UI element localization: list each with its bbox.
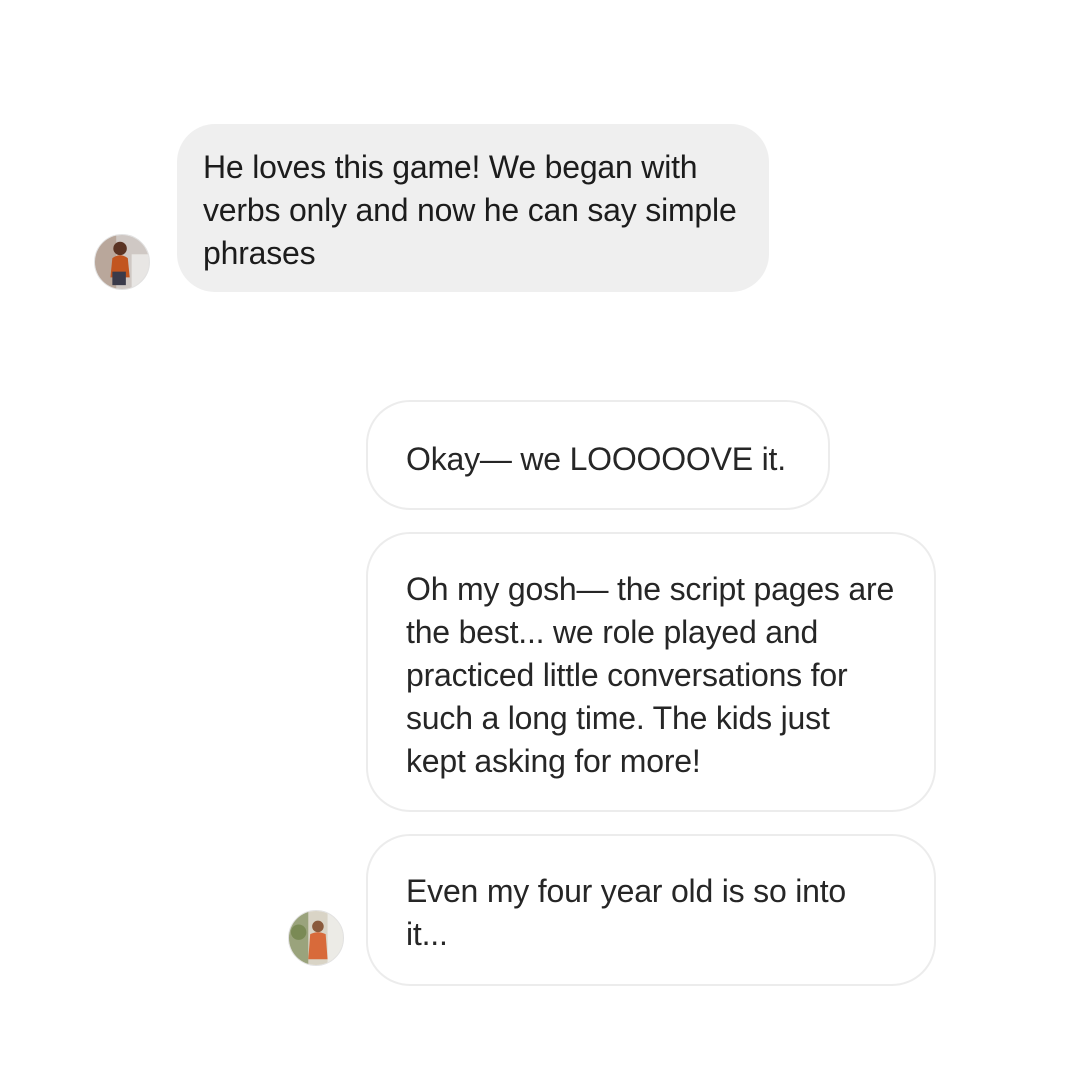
message-bubble[interactable]: Oh my gosh— the script pages are the bes… <box>366 532 936 812</box>
message-text: Okay— we LOOOOOVE it. <box>406 441 786 477</box>
message-bubble[interactable]: Even my four year old is so into it... <box>366 834 936 986</box>
message-bubble[interactable]: Okay— we LOOOOOVE it. <box>366 400 830 510</box>
message-text: He loves this game! We began with verbs … <box>203 149 737 271</box>
avatar-photo-icon <box>289 911 343 965</box>
avatar-sender-b[interactable] <box>288 910 344 966</box>
message-bubble[interactable]: He loves this game! We began with verbs … <box>177 124 769 292</box>
avatar-sender-a[interactable] <box>94 234 150 290</box>
message-text: Oh my gosh— the script pages are the bes… <box>406 571 895 779</box>
avatar-photo-icon <box>95 235 149 289</box>
message-text: Even my four year old is so into it... <box>406 873 847 952</box>
